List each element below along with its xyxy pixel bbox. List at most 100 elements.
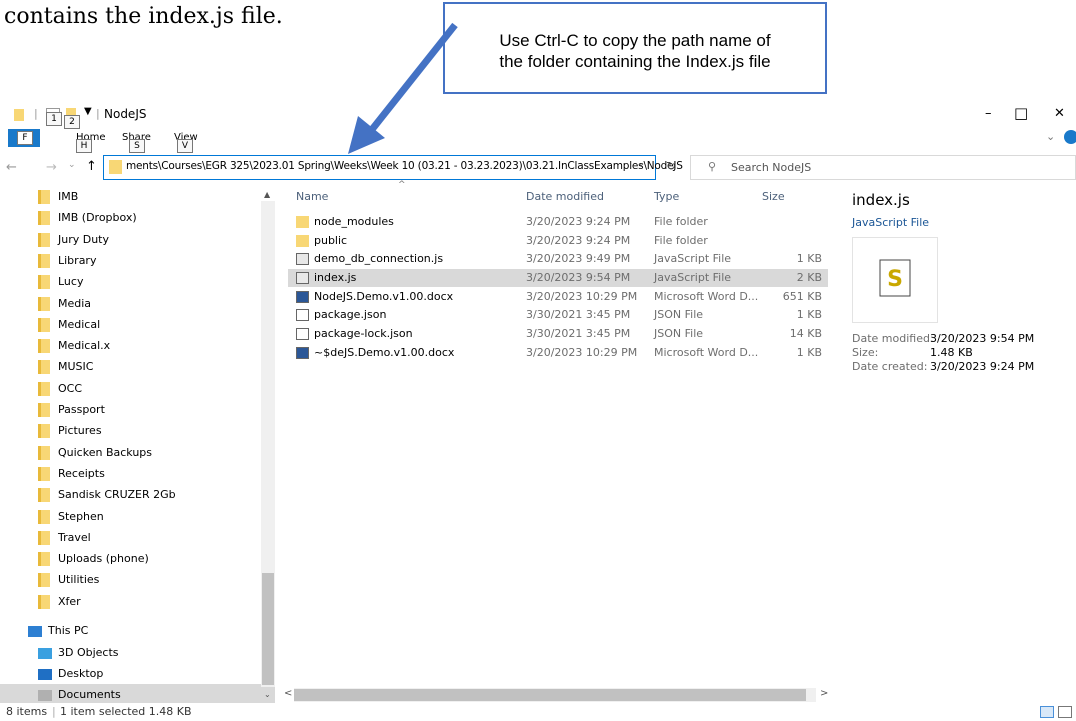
file-row[interactable]: index.js 3/20/2023 9:54 PM JavaScript File… [288, 269, 828, 287]
file-key: F [17, 131, 33, 145]
file-name: node_modules [314, 215, 394, 228]
file-row[interactable]: ~$deJS.Demo.v1.00.docx 3/20/2023 10:29 PM… [288, 344, 828, 362]
file-row[interactable]: NodeJS.Demo.v1.00.docx 3/20/2023 10:29 PM… [288, 288, 828, 306]
nav-item-folder[interactable]: Media [38, 293, 91, 314]
nav-item-folder[interactable]: Uploads (phone) [38, 548, 149, 569]
column-header-size[interactable]: Size [762, 190, 785, 203]
address-dropdown-icon[interactable]: ⌄ [637, 158, 645, 169]
nav-item-label: Sandisk CRUZER 2Gb [58, 488, 176, 502]
qat-dropdown-icon[interactable]: ▼ [84, 106, 92, 117]
maximize-button[interactable]: □ [1014, 104, 1028, 122]
tab-home-key: H [76, 139, 92, 153]
help-icon[interactable] [1064, 130, 1076, 144]
file-name: package.json [314, 308, 387, 321]
folder-icon [38, 594, 50, 609]
json-file-icon [296, 328, 309, 340]
nav-item-label: Passport [58, 403, 105, 416]
nav-item-label: Pictures [58, 424, 102, 438]
address-path[interactable]: ments\Courses\EGR 325\2023.01 Spring\Wee… [126, 160, 683, 172]
nav-item-folder[interactable]: OCC [38, 378, 82, 399]
nav-scrollbar-thumb[interactable] [262, 573, 274, 685]
nav-item-label: Desktop [58, 667, 104, 680]
nav-item-folder[interactable]: Stephen [38, 506, 104, 527]
file-row[interactable]: package.json 3/30/2021 3:45 PM JSON File 1 … [288, 306, 828, 324]
refresh-icon[interactable]: ↻ [666, 159, 676, 173]
folder-icon [38, 211, 50, 226]
scroll-left-icon[interactable]: < [284, 688, 292, 699]
nav-item-folder[interactable]: IMB [38, 186, 78, 207]
sort-indicator-icon: ^ [398, 180, 406, 190]
file-name: NodeJS.Demo.v1.00.docx [314, 290, 454, 303]
file-row[interactable]: package-lock.json 3/30/2021 3:45 PM JSON F… [288, 325, 828, 343]
nav-item-label: Documents [58, 688, 121, 701]
folder-icon [296, 235, 309, 247]
minimize-button[interactable]: – [985, 106, 992, 121]
nav-item-folder[interactable]: Passport [38, 399, 105, 420]
scroll-right-icon[interactable]: > [820, 688, 828, 699]
nav-item-folder[interactable]: IMB (Dropbox) [38, 207, 137, 228]
nav-item-folder[interactable]: Utilities [38, 569, 99, 590]
folder-icon [38, 488, 50, 503]
qat-key-2: 2 [64, 115, 80, 129]
folder-icon [14, 109, 24, 121]
back-icon[interactable]: ← [6, 160, 17, 175]
file-list-scrollbar-thumb[interactable] [294, 689, 806, 701]
up-icon[interactable]: ↑ [86, 159, 97, 174]
column-header-date[interactable]: Date modified [526, 190, 604, 203]
search-input[interactable]: ⚲ Search NodeJS [690, 155, 1076, 180]
folder-icon [38, 552, 50, 567]
nav-item-label: Quicken Backups [58, 445, 152, 459]
json-file-icon [296, 309, 309, 321]
ribbon-expand-icon[interactable]: ⌄ [1046, 130, 1055, 143]
folder-icon [38, 360, 50, 375]
separator: | [96, 107, 100, 120]
status-selection: 1 item selected 1.48 KB [60, 705, 192, 718]
large-icons-view-icon[interactable] [1058, 706, 1072, 718]
address-bar[interactable]: ments\Courses\EGR 325\2023.01 Spring\Wee… [103, 155, 683, 180]
nav-item-folder[interactable]: Medical.x [38, 335, 110, 356]
search-icon: ⚲ [708, 160, 717, 173]
nav-item-desktop[interactable]: Desktop [38, 663, 103, 684]
nav-item-folder[interactable]: Receipts [38, 463, 105, 484]
nav-item-folder[interactable]: MUSIC [38, 356, 93, 377]
nav-item-folder[interactable]: Lucy [38, 271, 83, 292]
modified-value: 3/20/2023 9:54 PM [930, 332, 1035, 345]
file-row[interactable]: public 3/20/2023 9:24 PM File folder [288, 232, 828, 250]
nav-item-label: Medical.x [58, 339, 111, 353]
file-size: 2 KB [796, 271, 822, 284]
nav-item-this-pc[interactable]: This PC [28, 620, 88, 641]
details-view-icon[interactable] [1040, 706, 1054, 718]
navigation-pane: IMB IMB (Dropbox) Jury Duty Library Lucy Medi… [0, 186, 275, 703]
file-tab[interactable]: F [8, 129, 40, 147]
nav-item-folder[interactable]: Sandisk CRUZER 2Gb [38, 484, 176, 505]
folder-icon [38, 381, 50, 396]
size-label: Size: [852, 346, 879, 359]
column-header-name[interactable]: Name [296, 190, 328, 203]
nav-item-folder[interactable]: Library [38, 250, 96, 271]
scroll-down-icon[interactable]: ⌄ [264, 690, 271, 699]
nav-item-label: Xfer [58, 594, 81, 608]
nav-item-label: Stephen [58, 509, 104, 523]
nav-item-objects3d[interactable]: 3D Objects [38, 642, 119, 663]
recent-dropdown-icon[interactable]: ⌄ [68, 160, 76, 170]
nav-item-folder[interactable]: Pictures [38, 420, 102, 441]
nav-item-folder[interactable]: Travel [38, 527, 91, 548]
file-name: package-lock.json [314, 327, 413, 340]
scroll-up-icon[interactable]: ▲ [264, 190, 270, 199]
nav-item-folder[interactable]: Medical [38, 314, 100, 335]
nav-item-label: Medical [58, 317, 101, 331]
nav-item-folder[interactable]: Xfer [38, 591, 81, 612]
nav-item-label: Lucy [58, 275, 84, 289]
folder-icon [38, 275, 50, 290]
close-button[interactable]: ✕ [1054, 106, 1065, 121]
nav-item-documents[interactable]: Documents [0, 684, 275, 703]
search-placeholder: Search NodeJS [731, 161, 812, 174]
ribbon: F Home H Share S View V ⌄ [0, 128, 1076, 153]
column-header-type[interactable]: Type [654, 190, 679, 203]
file-row[interactable]: node_modules 3/20/2023 9:24 PM File folder [288, 213, 828, 231]
nav-item-folder[interactable]: Quicken Backups [38, 442, 152, 463]
file-row[interactable]: demo_db_connection.js 3/20/2023 9:49 PM Ja… [288, 250, 828, 268]
nav-item-folder[interactable]: Jury Duty [38, 229, 109, 250]
forward-icon[interactable]: → [46, 160, 57, 175]
file-date: 3/20/2023 9:49 PM [526, 252, 631, 265]
